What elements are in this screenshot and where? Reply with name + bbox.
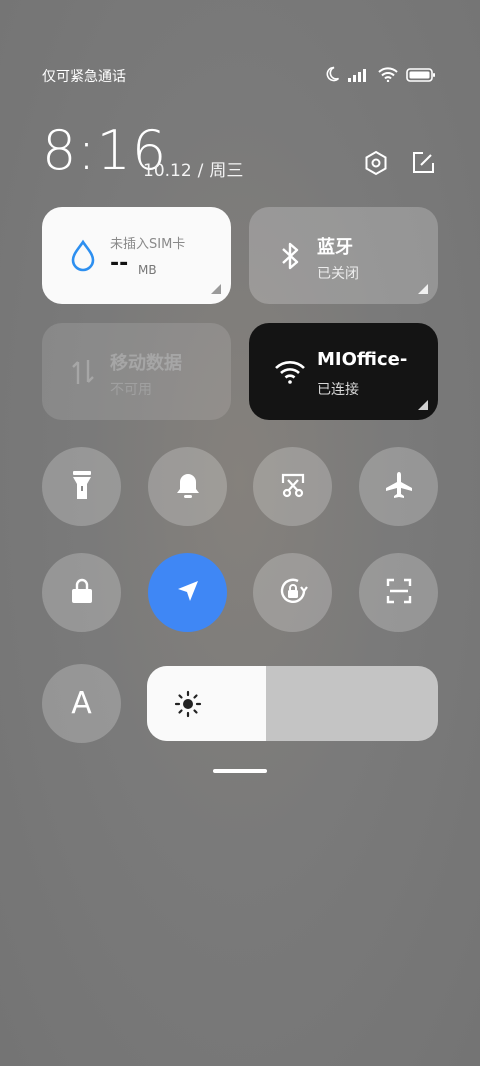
tile-expand-corner [211,284,221,294]
screenshot-icon [279,471,307,503]
rotation-lock-toggle[interactable] [253,553,332,632]
bluetooth-title: 蓝牙 [317,237,353,258]
brightness-slider[interactable] [147,666,438,741]
mute-toggle[interactable] [148,447,227,526]
wifi-tile[interactable]: MIOffice- 已连接 [249,323,438,420]
font-size-label: A [71,686,92,721]
bell-icon [175,471,201,503]
bluetooth-status: 已关闭 [317,266,359,282]
date-separator: / [197,161,204,181]
tile-expand-corner [418,284,428,294]
flashlight-toggle[interactable] [42,447,121,526]
lock-screen-toggle[interactable] [42,553,121,632]
settings-button[interactable] [361,150,391,180]
mobile-data-status: 不可用 [110,382,152,398]
brightness-fill [147,666,267,741]
scanner-toggle[interactable] [359,553,438,632]
flashlight-icon [71,470,93,504]
status-carrier-text: 仅可紧急通话 [42,69,126,85]
lock-icon [70,578,94,608]
location-icon [175,578,201,608]
water-drop-icon [66,239,100,273]
tile-expand-corner [418,400,428,410]
location-toggle[interactable] [148,553,227,632]
wifi-network-name: MIOffice- [317,349,408,370]
date-text: 10.12 [143,161,192,181]
settings-icon [363,150,389,180]
weekday-text: 周三 [209,161,244,181]
airplane-icon [384,470,414,504]
wifi-status: 已连接 [317,382,359,398]
signal-icon [348,67,370,86]
data-arrows-icon [66,355,100,389]
moon-icon [324,66,340,86]
bluetooth-tile[interactable]: 蓝牙 已关闭 [249,207,438,304]
wifi-icon [378,66,398,86]
edit-button[interactable] [408,150,438,180]
status-icons [324,66,436,86]
battery-icon [406,67,436,86]
sun-icon [174,690,202,722]
home-indicator[interactable] [213,769,267,773]
data-usage-value: -- [110,251,129,276]
wifi-icon [273,355,307,389]
airplane-mode-toggle[interactable] [359,447,438,526]
bluetooth-icon [273,239,307,273]
font-size-button[interactable]: A [42,664,121,743]
rotation-lock-icon [277,575,309,611]
sim-status-text: 未插入SIM卡 [110,237,186,252]
edit-icon [410,150,436,180]
mobile-data-title: 移动数据 [110,353,182,374]
date-line: 10.12/周三 [143,156,243,181]
mobile-data-tile[interactable]: 移动数据 不可用 [42,323,231,420]
data-usage-tile[interactable]: 未插入SIM卡 -- MB [42,207,231,304]
screenshot-toggle[interactable] [253,447,332,526]
data-usage-unit: MB [138,263,157,277]
scan-icon [385,577,413,609]
